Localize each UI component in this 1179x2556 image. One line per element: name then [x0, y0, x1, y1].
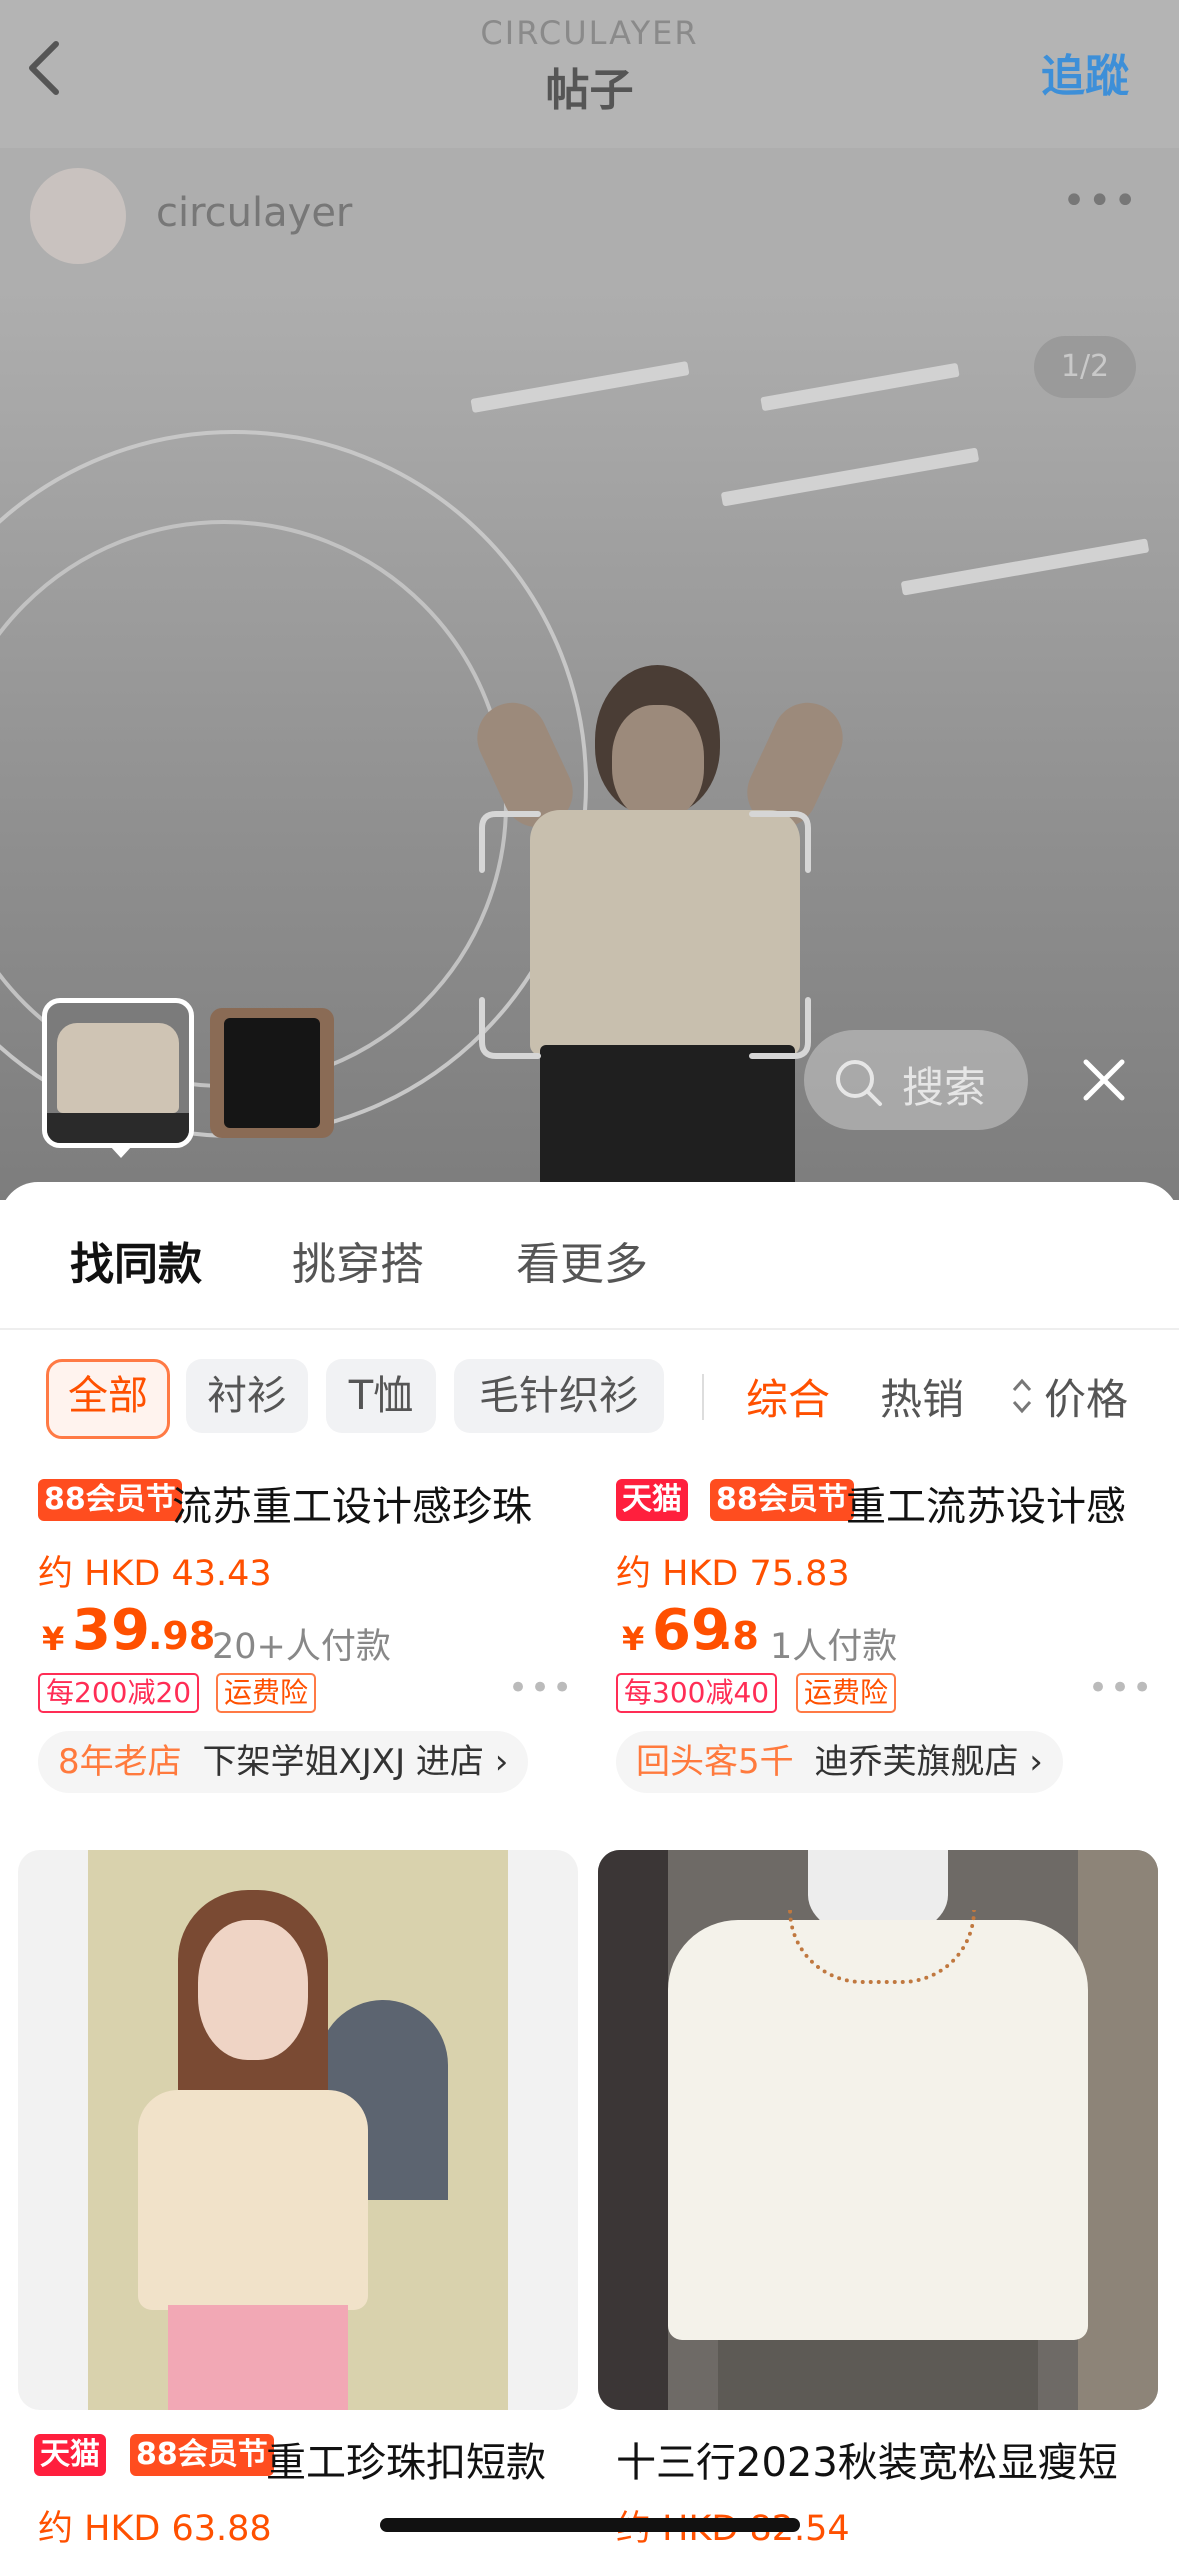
- shop-name: 下架学姐XJXJ 进店: [202, 1742, 484, 1782]
- chevron-right-icon: ›: [1029, 1742, 1043, 1782]
- tmall-badge: 天猫: [34, 2434, 106, 2476]
- price-int: 39: [72, 1598, 150, 1663]
- follow-button[interactable]: 追蹤: [1041, 40, 1129, 104]
- shop-name: 迪乔芙旗舰店: [814, 1742, 1019, 1782]
- currency: ¥: [42, 1620, 65, 1658]
- tab-see-more[interactable]: 看更多: [516, 1228, 648, 1292]
- page-title: 帖子: [545, 65, 634, 116]
- author-name[interactable]: circulayer: [156, 190, 352, 236]
- tab-find-same[interactable]: 找同款: [70, 1228, 202, 1292]
- image-counter: 1/2: [1034, 336, 1136, 398]
- sold-count: 1人付款: [770, 1627, 898, 1667]
- sort-overall[interactable]: 综合: [746, 1366, 830, 1427]
- insurance-tag: 运费险: [796, 1673, 897, 1713]
- chip-all[interactable]: 全部: [46, 1359, 170, 1439]
- nav-bar: CIRCULAYER 帖子 追蹤: [0, 0, 1179, 148]
- insurance-tag: 运费险: [216, 1673, 317, 1713]
- promo-badge: 88会员节: [130, 2434, 274, 2476]
- sort-price-label: 价格: [1044, 1375, 1129, 1424]
- filter-divider: [702, 1374, 704, 1420]
- chip-tshirt[interactable]: T恤: [326, 1359, 436, 1433]
- post-author-bar: circulayer •••: [0, 148, 1179, 296]
- product-image[interactable]: [18, 1850, 578, 2410]
- shop-highlight: 8年老店: [58, 1742, 182, 1782]
- product-image[interactable]: [598, 1850, 1158, 2410]
- tmall-badge: 天猫: [616, 1479, 688, 1521]
- coupon-tag: 每200减20: [38, 1673, 200, 1713]
- crop-frame[interactable]: [478, 810, 812, 1060]
- more-options-icon[interactable]: •••: [1062, 178, 1139, 224]
- currency: ¥: [622, 1620, 645, 1658]
- coupon-tag: 每300减40: [616, 1673, 778, 1713]
- sort-bestseller[interactable]: 热销: [880, 1366, 964, 1427]
- promo-badge: 88会员节: [38, 1479, 182, 1521]
- approx-price: 约 HKD 75.83: [616, 1554, 850, 1594]
- price-dec: .98: [148, 1614, 216, 1658]
- product-title[interactable]: 重工流苏设计感: [846, 1474, 1126, 1532]
- promo-badge: 88会员节: [710, 1479, 854, 1521]
- shop-link[interactable]: 回头客5千 迪乔芙旗舰店 ›: [616, 1731, 1063, 1793]
- chevron-right-icon: ›: [494, 1742, 509, 1782]
- image-search-button[interactable]: 搜索: [804, 1030, 1028, 1130]
- search-icon: [836, 1060, 882, 1106]
- shop-highlight: 回头客5千: [636, 1742, 794, 1782]
- product-title[interactable]: 流苏重工设计感珍珠: [172, 1474, 532, 1532]
- search-label: 搜索: [902, 1063, 987, 1112]
- sort-arrows-icon: [1012, 1378, 1032, 1414]
- nav-brand: CIRCULAYER: [480, 14, 699, 52]
- product-title[interactable]: 十三行2023秋装宽松显瘦短: [616, 2430, 1118, 2488]
- thumbnail-top[interactable]: [42, 998, 194, 1148]
- home-indicator: [380, 2518, 800, 2532]
- product-title[interactable]: 重工珍珠扣短款: [266, 2430, 546, 2488]
- thumbnail-skirt[interactable]: [210, 1008, 334, 1138]
- tab-outfits[interactable]: 挑穿搭: [292, 1228, 424, 1292]
- more-dots-icon[interactable]: •••: [1088, 1668, 1154, 1708]
- approx-price: 约 HKD 63.88: [38, 2509, 272, 2549]
- approx-price: 约 HKD 43.43: [38, 1554, 272, 1594]
- chip-knitwear[interactable]: 毛针织衫: [454, 1359, 664, 1433]
- price-dec: .8: [718, 1614, 759, 1658]
- chip-shirt[interactable]: 衬衫: [186, 1359, 308, 1433]
- sold-count: 20+人付款: [212, 1627, 391, 1667]
- close-icon[interactable]: [1080, 1056, 1128, 1104]
- avatar[interactable]: [30, 168, 126, 264]
- more-dots-icon[interactable]: •••: [508, 1668, 574, 1708]
- shop-link[interactable]: 8年老店 下架学姐XJXJ 进店 ›: [38, 1731, 529, 1793]
- divider: [0, 1328, 1179, 1330]
